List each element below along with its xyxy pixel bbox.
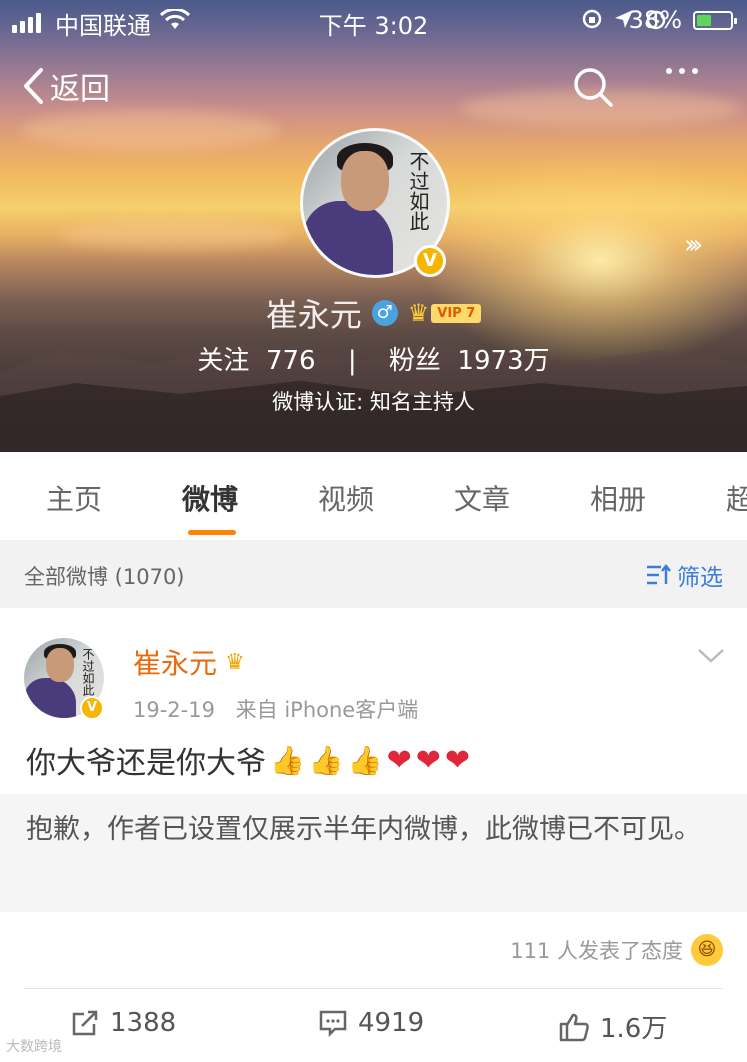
comment-button[interactable]: 4919 — [318, 1008, 424, 1038]
following-link[interactable]: 关注 776 — [197, 346, 315, 376]
post-count: 全部微博 (1070) — [24, 565, 185, 589]
more-button[interactable] — [666, 68, 698, 74]
post-author-name: 崔永元 — [133, 647, 218, 680]
follow-stats: 关注 776 | 粉丝 1973万 — [0, 340, 747, 377]
heart-icon: ❤ — [386, 742, 412, 778]
avatar-text: 不过如此 — [406, 151, 430, 231]
battery-icon — [693, 11, 737, 30]
chevron-down-icon — [698, 649, 724, 663]
cover-cloud — [20, 110, 280, 150]
tab-articles[interactable]: 文章 — [454, 478, 510, 518]
dot-icon — [679, 68, 685, 74]
profile-tabs: 主页 微博 视频 文章 相册 超 — [0, 452, 747, 540]
dot-icon — [692, 68, 698, 74]
weibo-post: 不过如此 V 崔永元 ♛ 19-2-19 来自 iPhone客户端 你大爷还是你… — [0, 608, 747, 1062]
thumbs-up-icon: 👍 — [347, 743, 383, 777]
followers-link[interactable]: 粉丝 1973万 — [389, 346, 550, 376]
thumbs-up-icon — [559, 1013, 589, 1041]
post-text: 你大爷还是你大爷 — [26, 746, 266, 781]
filter-label: 筛选 — [677, 565, 723, 591]
repost-icon — [72, 1010, 98, 1036]
post-author[interactable]: 崔永元 ♛ — [133, 642, 245, 682]
filter-button[interactable]: 筛选 — [645, 558, 723, 592]
tab-album[interactable]: 相册 — [590, 478, 646, 518]
crown-icon: ♛ — [225, 649, 245, 675]
tab-active-indicator — [188, 530, 236, 535]
post-date: 19-2-19 — [133, 698, 215, 722]
repost-button[interactable]: 1388 — [70, 1008, 176, 1038]
dot-icon — [666, 68, 672, 74]
thumbs-up-icon: 👍 — [308, 743, 344, 777]
vip-level: VIP 7 — [431, 303, 482, 323]
watermark: 大数跨境 — [6, 1039, 62, 1055]
filter-bar: 全部微博 (1070) 筛选 — [0, 540, 747, 608]
heart-icon: ❤ — [415, 742, 441, 778]
reactions-summary[interactable]: 111 人发表了态度 😆 — [510, 934, 723, 966]
avatar-text: 不过如此 — [81, 648, 95, 696]
post-actions: 1388 4919 1.6万 — [0, 988, 747, 1062]
tab-video[interactable]: 视频 — [318, 478, 374, 518]
post-content: 你大爷还是你大爷 👍 👍 👍 ❤ ❤ ❤ — [26, 738, 470, 782]
tab-home[interactable]: 主页 — [46, 478, 102, 518]
profile-name-row: 崔永元 ♂ ♛ VIP 7 — [0, 290, 747, 336]
cover-sun — [420, 150, 747, 370]
filter-icon — [647, 563, 671, 585]
verification-text: 微博认证: 知名主持人 — [272, 390, 475, 414]
hidden-notice-text: 抱歉，作者已设置仅展示半年内微博，此微博已不可见。 — [26, 814, 701, 845]
post-source: 来自 iPhone客户端 — [235, 698, 419, 722]
stats-separator: | — [347, 346, 357, 376]
tab-super[interactable]: 超 — [726, 478, 747, 518]
search-icon — [574, 68, 613, 107]
tab-weibo[interactable]: 微博 — [182, 478, 238, 518]
like-button[interactable]: 1.6万 — [558, 1008, 667, 1045]
cover-cloud — [60, 220, 290, 250]
crown-icon: ♛ — [407, 299, 430, 327]
male-gender-icon: ♂ — [371, 300, 398, 326]
profile-name: 崔永元 — [265, 296, 362, 334]
laugh-emoji-icon: 😆 — [691, 934, 723, 966]
rotation-lock-icon — [581, 8, 603, 34]
verified-badge-icon: V — [414, 245, 446, 277]
comment-count: 4919 — [358, 1008, 425, 1038]
post-meta: 19-2-19 来自 iPhone客户端 — [133, 694, 418, 724]
status-bar: 中国联通 下午 3:02 38% — [0, 0, 747, 40]
comment-icon — [319, 1010, 347, 1038]
heart-icon: ❤ — [444, 742, 471, 778]
hidden-repost-notice: 抱歉，作者已设置仅展示半年内微博，此微博已不可见。 — [0, 794, 747, 912]
vip-badge[interactable]: ♛ VIP 7 — [408, 299, 482, 327]
verified-badge-icon: V — [80, 696, 104, 720]
like-count: 1.6万 — [600, 1014, 668, 1044]
reactions-text: 111 人发表了态度 — [510, 939, 683, 963]
back-label: 返回 — [50, 72, 110, 107]
battery-percent: 38% — [628, 6, 682, 34]
repost-count: 1388 — [110, 1008, 177, 1038]
chevron-left-icon — [24, 68, 43, 104]
back-button[interactable]: 返回 — [22, 64, 110, 108]
thumbs-up-icon: 👍 — [270, 743, 305, 777]
search-button[interactable] — [572, 66, 614, 112]
post-menu-button[interactable] — [697, 648, 725, 668]
more-info-arrow-icon[interactable]: ››› — [684, 230, 703, 260]
